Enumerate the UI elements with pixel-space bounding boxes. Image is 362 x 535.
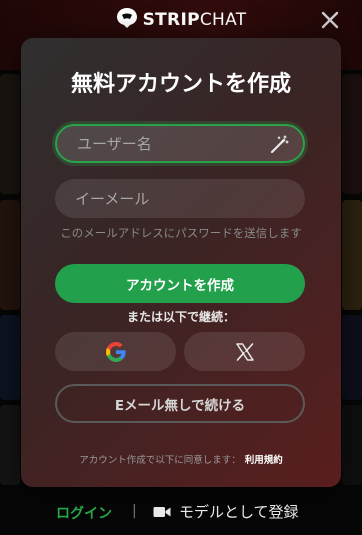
x-logo-icon xyxy=(235,342,254,361)
model-signup-label: モデルとして登録 xyxy=(179,503,299,521)
email-hint: このメールアドレスにパスワードを送信します xyxy=(60,226,302,240)
signup-modal: 無料アカウントを作成 このメールアドレスにパスワードを送信します アカウントを作… xyxy=(21,38,341,487)
username-field[interactable] xyxy=(55,124,305,163)
email-input[interactable] xyxy=(75,179,265,218)
bottom-bar: ログイン | モデルとして登録 xyxy=(0,495,362,535)
terms-notice: アカウント作成で以下に同意します： 利用規約 xyxy=(21,452,341,466)
continue-without-email-button[interactable]: Eメール無しで続ける xyxy=(55,384,305,423)
separator: | xyxy=(132,503,137,519)
stripchat-logo: STRIPCHAT xyxy=(0,7,362,30)
terms-text: アカウント作成で以下に同意します： xyxy=(79,455,241,466)
username-input[interactable] xyxy=(77,126,267,161)
video-camera-icon xyxy=(153,507,171,517)
or-continue-label: または以下で継続： xyxy=(126,310,235,324)
logo-text-light: CHAT xyxy=(199,10,247,30)
model-signup-link[interactable]: モデルとして登録 xyxy=(153,501,299,522)
x-signin-button[interactable] xyxy=(184,332,305,371)
logo-text-bold: STRIP xyxy=(142,10,200,30)
terms-link[interactable]: 利用規約 xyxy=(245,455,283,466)
stripchat-logo-icon xyxy=(116,8,137,28)
close-icon[interactable] xyxy=(320,10,340,30)
email-field[interactable] xyxy=(55,179,305,218)
create-account-button[interactable]: アカウントを作成 xyxy=(55,264,305,303)
google-signin-button[interactable] xyxy=(55,332,176,371)
google-icon xyxy=(105,341,126,362)
login-link[interactable]: ログイン xyxy=(56,503,112,523)
magic-wand-icon[interactable] xyxy=(269,135,289,155)
modal-title: 無料アカウントを作成 xyxy=(70,72,291,97)
